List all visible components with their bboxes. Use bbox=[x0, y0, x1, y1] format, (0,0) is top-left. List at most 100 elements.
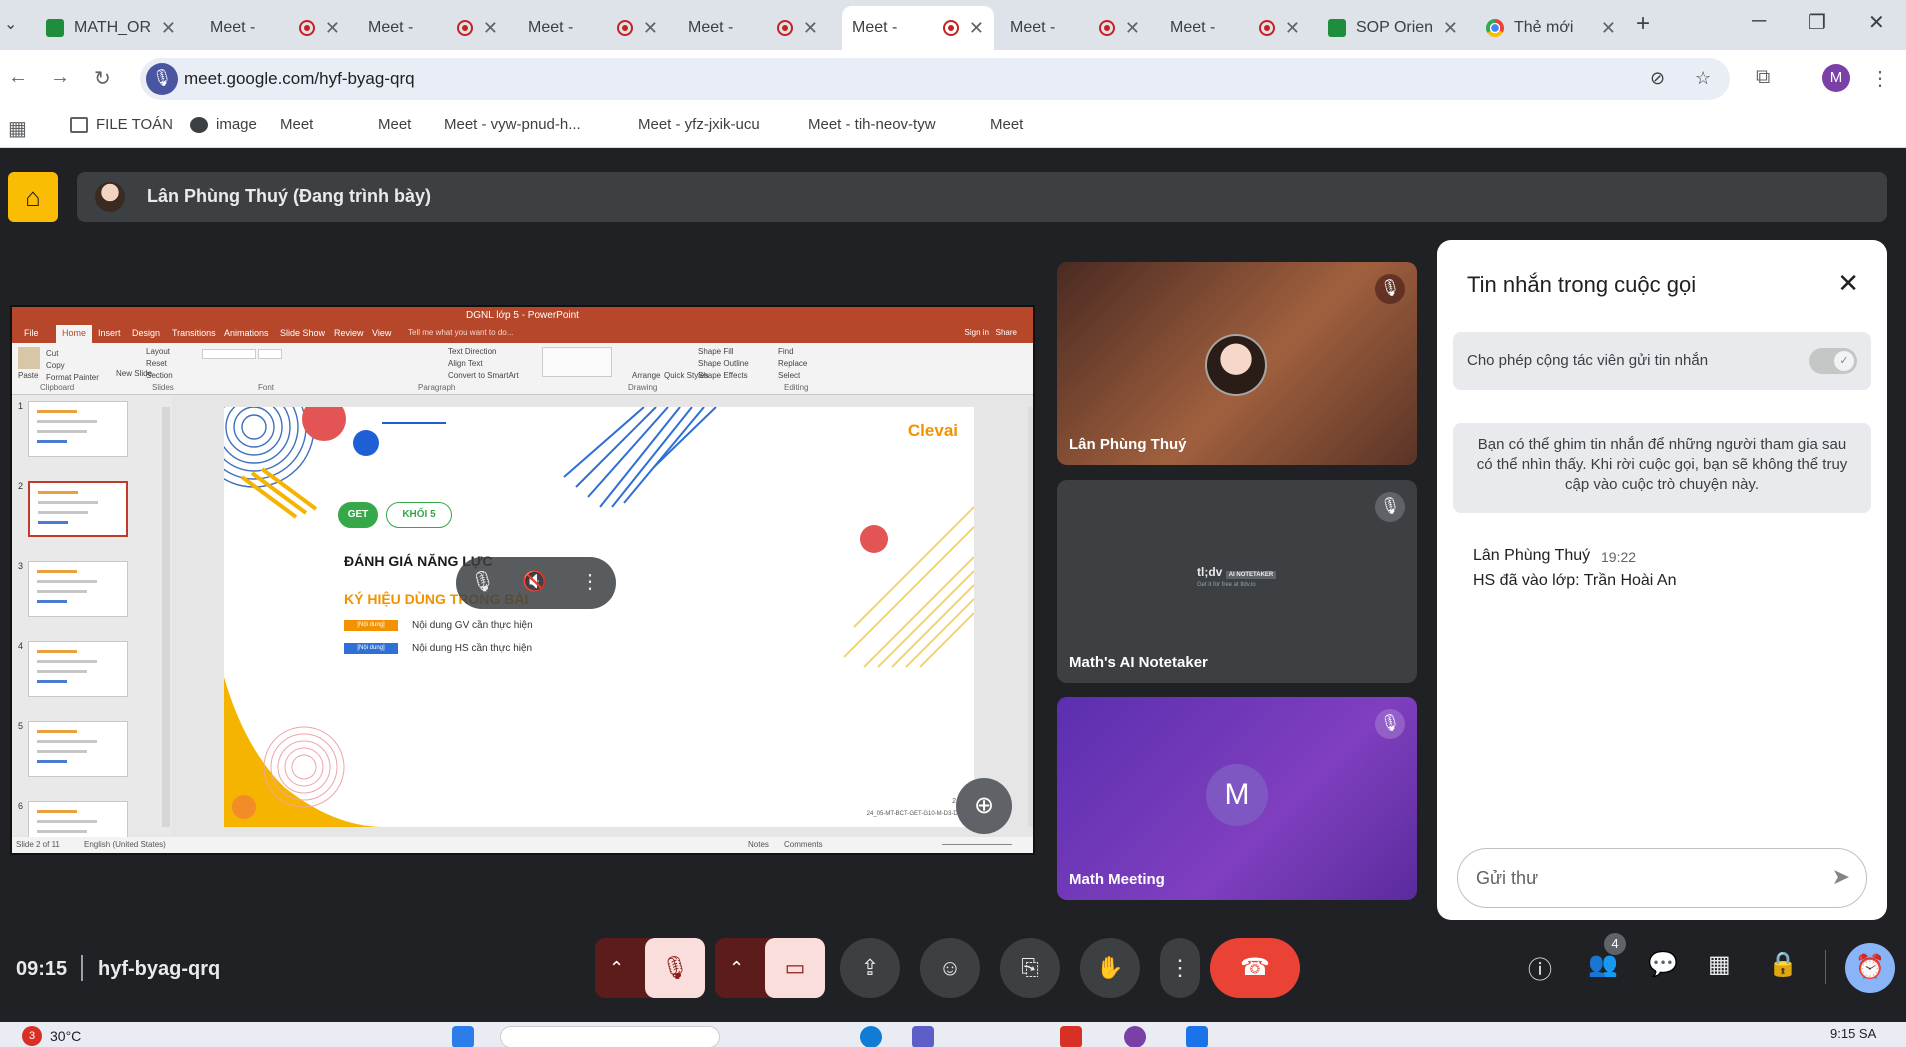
chrome-icon[interactable] bbox=[1124, 1026, 1146, 1047]
chat-input-box[interactable]: ➤ bbox=[1457, 848, 1867, 908]
chat-icon[interactable]: 💬 bbox=[1648, 950, 1678, 979]
people-icon[interactable]: 👥 bbox=[1588, 950, 1618, 979]
more-options-icon[interactable]: ⋮ bbox=[580, 569, 600, 594]
mic-off-icon[interactable]: 🎙 bbox=[470, 569, 495, 594]
browser-tab[interactable]: Thẻ mới ✕ bbox=[1476, 6, 1626, 50]
bookmark-item[interactable]: image bbox=[190, 116, 257, 133]
bookmark-item[interactable]: Meet bbox=[378, 116, 411, 282]
participant-name: Math Meeting bbox=[1069, 871, 1165, 888]
tab-label: SOP Orien bbox=[1356, 19, 1433, 36]
tab-close-icon[interactable]: ✕ bbox=[325, 18, 340, 39]
eye-off-icon[interactable]: ⊘ bbox=[1650, 68, 1665, 89]
floating-tile-controls: 🎙 🔇 ⋮ bbox=[456, 557, 616, 609]
ribbon-group-label: Drawing bbox=[628, 383, 658, 392]
tab-close-icon[interactable]: ✕ bbox=[161, 18, 176, 39]
tab-close-icon[interactable]: ✕ bbox=[1285, 18, 1300, 39]
url-text[interactable]: meet.google.com/hyf-byag-qrq bbox=[184, 69, 415, 89]
back-icon[interactable]: ← bbox=[8, 66, 28, 89]
tab-close-icon[interactable]: ✕ bbox=[483, 18, 498, 39]
forward-icon[interactable]: → bbox=[50, 66, 70, 89]
divider bbox=[81, 955, 83, 981]
chat-input[interactable] bbox=[1476, 863, 1796, 893]
participant-tile[interactable]: 🎙 Lân Phùng Thuý bbox=[1057, 262, 1417, 465]
send-icon[interactable]: ➤ bbox=[1832, 864, 1850, 890]
app-icon[interactable] bbox=[1060, 1026, 1082, 1047]
new-tab-button[interactable]: + bbox=[1636, 10, 1650, 38]
participant-tile[interactable]: 🎙 tl;dv AI NOTETAKER Get it for free at … bbox=[1057, 480, 1417, 683]
more-options-button[interactable]: ⋮ bbox=[1160, 938, 1200, 998]
browser-tab[interactable]: Meet - ✕ bbox=[358, 6, 508, 174]
extensions-icon[interactable]: ⧉ bbox=[1756, 66, 1770, 89]
avatar bbox=[1205, 334, 1267, 396]
browser-tab[interactable]: Meet - ✕ bbox=[1000, 6, 1150, 174]
apps-grid-icon[interactable]: ▦ bbox=[8, 116, 27, 141]
tab-search-icon[interactable]: ⌄ bbox=[4, 14, 17, 34]
minimize-icon[interactable]: ─ bbox=[1752, 10, 1766, 33]
ribbon-tab: Home bbox=[56, 325, 93, 343]
badge-grade: KHỐI 5 bbox=[386, 502, 452, 528]
bookmark-item[interactable]: Meet - tih-neov-tyw bbox=[808, 116, 936, 282]
browser-tab[interactable]: Meet - ✕ bbox=[842, 6, 994, 174]
bookmark-item[interactable]: FILE TOÁN bbox=[70, 116, 173, 133]
meeting-time: 09:15 bbox=[16, 958, 68, 980]
slide-thumbnail bbox=[28, 641, 128, 697]
tab-close-icon[interactable]: ✕ bbox=[643, 18, 658, 39]
browser-tab[interactable]: MATH_ORI ✕ bbox=[36, 6, 186, 50]
reload-icon[interactable]: ↻ bbox=[94, 66, 111, 91]
window-close-icon[interactable]: ✕ bbox=[1868, 10, 1885, 35]
browser-menu-icon[interactable]: ⋮ bbox=[1870, 66, 1890, 91]
weather-temperature[interactable]: 30°C bbox=[50, 1028, 81, 1044]
chevron-up-icon[interactable]: ⌃ bbox=[609, 938, 624, 998]
profile-avatar[interactable]: M bbox=[1822, 64, 1850, 92]
microphone-in-use-icon[interactable]: 🎙 bbox=[146, 63, 178, 95]
bookmark-label: Meet bbox=[280, 116, 314, 133]
host-controls-icon[interactable]: 🔒 bbox=[1768, 950, 1798, 979]
volume-off-icon[interactable]: 🔇 bbox=[522, 569, 547, 594]
leave-call-button[interactable]: ☎ bbox=[1210, 938, 1300, 998]
edge-icon[interactable] bbox=[860, 1026, 882, 1047]
participant-tile[interactable]: 🎙 M Math Meeting bbox=[1057, 697, 1417, 900]
mic-off-icon[interactable]: 🎙 bbox=[645, 938, 705, 998]
restore-icon[interactable]: ❐ bbox=[1808, 10, 1826, 35]
slide-thumbnail bbox=[28, 481, 128, 537]
mic-control[interactable]: ⌃ 🎙 bbox=[595, 938, 705, 998]
meet-door-icon[interactable]: ⌂ bbox=[8, 172, 58, 222]
search-bar[interactable] bbox=[500, 1026, 720, 1047]
camera-off-icon[interactable]: ▭ bbox=[765, 938, 825, 998]
start-icon[interactable] bbox=[452, 1026, 474, 1047]
browser-tab[interactable]: Meet - ✕ bbox=[1160, 6, 1310, 174]
info-icon[interactable]: ⓘ bbox=[1528, 950, 1552, 985]
activities-grid-icon[interactable]: ▦ bbox=[1708, 950, 1731, 979]
address-bar[interactable]: 🎙 meet.google.com/hyf-byag-qrq ⊘ ☆ bbox=[140, 58, 1730, 100]
bookmark-item[interactable]: Meet - yfz-jxik-ucu bbox=[638, 116, 760, 282]
tab-close-icon[interactable]: ✕ bbox=[1601, 18, 1616, 39]
message-time: 19:22 bbox=[1601, 549, 1637, 565]
tab-close-icon[interactable]: ✕ bbox=[969, 18, 984, 39]
close-icon[interactable]: ✕ bbox=[1837, 268, 1859, 299]
message-text: HS đã vào lớp: Trần Hoài An bbox=[1473, 572, 1677, 589]
bookmark-item[interactable]: Meet bbox=[990, 116, 1023, 282]
chevron-up-icon[interactable]: ⌃ bbox=[729, 938, 744, 998]
thumbnail-line bbox=[37, 750, 87, 753]
bookmark-item[interactable]: Meet - vyw-pnud-h... bbox=[444, 116, 581, 282]
browser-tab[interactable]: Meet - ✕ bbox=[678, 6, 828, 174]
browser-tab[interactable]: Meet - ✕ bbox=[200, 6, 350, 174]
bookmark-item[interactable]: Meet bbox=[280, 116, 314, 282]
zoom-in-icon[interactable]: ⊕ bbox=[956, 778, 1012, 834]
camera-control[interactable]: ⌃ ▭ bbox=[715, 938, 825, 998]
present-screen-button[interactable]: ⇪ bbox=[840, 938, 900, 998]
tab-close-icon[interactable]: ✕ bbox=[1125, 18, 1140, 39]
teams-icon[interactable] bbox=[912, 1026, 934, 1047]
browser-tab[interactable]: SOP Orien ✕ bbox=[1318, 6, 1468, 50]
tab-close-icon[interactable]: ✕ bbox=[1443, 18, 1458, 39]
timer-icon[interactable]: ⏰ bbox=[1845, 943, 1895, 993]
bookmark-star-icon[interactable]: ☆ bbox=[1695, 68, 1711, 89]
chat-permission-toggle[interactable] bbox=[1809, 348, 1857, 374]
captions-button[interactable]: ⎘ bbox=[1000, 938, 1060, 998]
emoji-button[interactable]: ☺ bbox=[920, 938, 980, 998]
browser-tab[interactable]: Meet - ✕ bbox=[518, 6, 668, 174]
app-icon[interactable] bbox=[1186, 1026, 1208, 1047]
presenter-bar[interactable]: Lân Phùng Thuý (Đang trình bày) bbox=[77, 172, 1887, 222]
raise-hand-button[interactable]: ✋ bbox=[1080, 938, 1140, 998]
tab-close-icon[interactable]: ✕ bbox=[803, 18, 818, 39]
